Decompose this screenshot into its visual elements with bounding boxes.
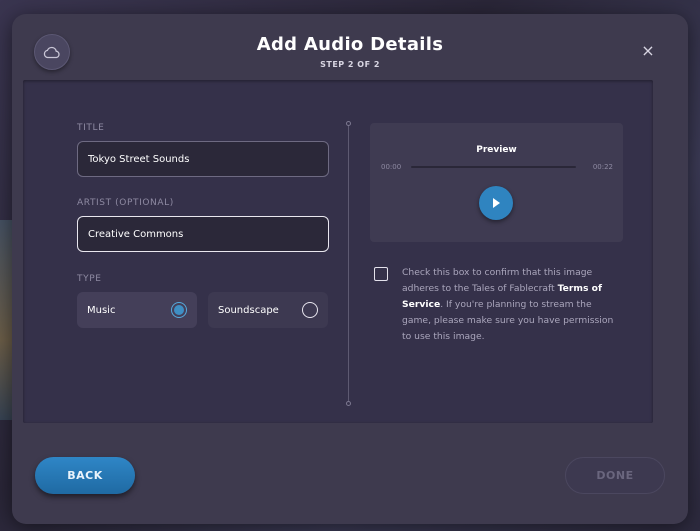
terms-checkbox[interactable] [374,267,388,281]
column-divider [348,122,349,404]
done-button[interactable]: DONE [565,457,665,494]
duration-time: 00:22 [592,163,613,171]
close-icon: × [641,41,655,60]
artist-label: ARTIST (OPTIONAL) [77,198,174,208]
title-input-value: Tokyo Street Sounds [88,153,190,165]
artist-input[interactable]: Creative Commons [77,216,329,252]
back-button[interactable]: BACK [35,457,135,494]
type-option-music[interactable]: Music [77,292,197,328]
type-option-soundscape[interactable]: Soundscape [208,292,328,328]
preview-title: Preview [476,145,517,155]
close-button[interactable]: × [640,43,656,59]
artist-input-value: Creative Commons [88,228,184,240]
audio-progress-track[interactable] [411,166,576,168]
title-label: TITLE [77,123,105,133]
step-indicator: STEP 2 OF 2 [320,60,380,69]
type-label: TYPE [77,274,102,284]
music-radio[interactable] [171,302,187,318]
type-option-label: Music [87,304,116,316]
play-button[interactable] [479,186,513,220]
divider-end-dot [346,401,351,406]
play-icon [493,198,500,208]
soundscape-radio[interactable] [302,302,318,318]
current-time: 00:00 [381,163,402,171]
divider-end-dot [346,121,351,126]
type-option-label: Soundscape [218,304,279,316]
modal-title: Add Audio Details [256,34,444,55]
title-input[interactable]: Tokyo Street Sounds [77,141,329,177]
audio-preview: Preview 00:00 00:22 [370,123,623,242]
terms-consent-text: Check this box to confirm that this imag… [402,265,622,345]
